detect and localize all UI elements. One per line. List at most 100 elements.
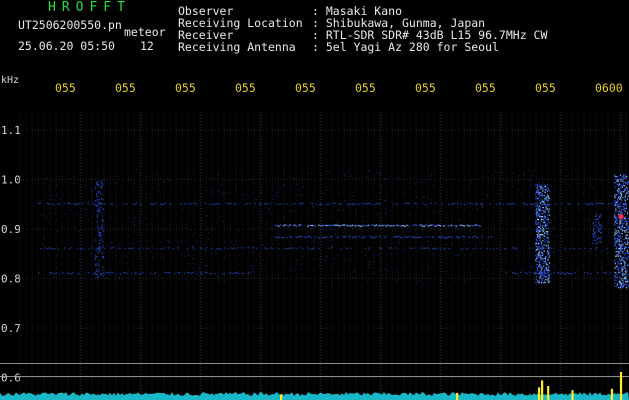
meteor-echo-point: [546, 196, 548, 198]
noise-speckle: [54, 212, 56, 214]
noise-speckle: [610, 235, 612, 237]
noise-speckle: [348, 261, 350, 263]
signal-trace-point: [251, 247, 253, 249]
noise-speckle: [275, 177, 277, 179]
signal-trace-point: [103, 203, 106, 205]
meteor-echo-point: [540, 187, 542, 189]
noise-speckle: [570, 187, 572, 189]
meteor-echo-point: [97, 214, 99, 216]
meteor-echo-point: [624, 210, 626, 212]
noise-speckle: [352, 255, 354, 257]
meteor-echo-point: [595, 242, 597, 244]
signal-trace-point: [314, 225, 317, 227]
noise-speckle: [531, 266, 533, 268]
signal-trace-point: [139, 248, 141, 250]
noise-speckle: [100, 174, 102, 176]
noise-speckle: [376, 199, 378, 201]
meteor-echo-point: [99, 232, 101, 234]
meteor-echo-point: [97, 181, 99, 183]
meteor-echo-point: [547, 267, 549, 269]
meteor-echo-point: [623, 176, 625, 178]
meteor-echo-point: [615, 182, 617, 184]
noise-speckle: [610, 187, 612, 189]
meteor-echo-point: [622, 243, 624, 245]
meteor-echo-point: [599, 229, 601, 231]
noise-speckle: [63, 262, 65, 264]
signal-trace-point: [402, 225, 405, 227]
meteor-echo-point: [546, 184, 549, 186]
noise-speckle: [501, 268, 502, 270]
signal-trace-point: [57, 248, 59, 250]
noise-speckle: [444, 271, 446, 273]
meteor-echo-point: [547, 219, 549, 221]
noise-speckle: [459, 219, 461, 221]
meteor-echo-point: [617, 225, 619, 227]
meteor-echo-point: [98, 199, 101, 201]
noise-speckle: [312, 258, 314, 260]
meteor-echo-point: [619, 236, 621, 238]
detection-type: meteor: [124, 25, 166, 39]
noise-speckle: [554, 243, 556, 245]
noise-speckle: [318, 228, 320, 230]
noise-speckle: [153, 173, 155, 175]
meteor-echo-point: [624, 246, 626, 248]
noise-speckle: [437, 191, 439, 193]
meteor-echo-point: [539, 199, 541, 201]
noise-speckle: [534, 277, 535, 279]
signal-trace-point: [415, 203, 418, 205]
noise-speckle: [522, 231, 524, 233]
signal-trace-point: [76, 203, 78, 205]
meteor-echo-point: [98, 185, 100, 187]
meteor-echo-point: [536, 231, 539, 233]
meteor-echo-point: [598, 230, 600, 232]
signal-trace-point: [286, 224, 288, 226]
meteor-echo-point: [619, 251, 621, 253]
noise-speckle: [585, 240, 587, 242]
meteor-echo-point: [538, 262, 541, 264]
signal-trace-point: [70, 247, 72, 249]
signal-trace-point: [339, 203, 341, 205]
meteor-echo-point: [541, 187, 543, 189]
y-axis-label: kHz: [1, 75, 19, 86]
noise-speckle: [403, 268, 405, 270]
noise-speckle: [550, 215, 552, 217]
noise-speckle: [310, 250, 312, 252]
signal-trace-point: [321, 204, 323, 206]
noise-speckle: [598, 256, 600, 258]
noise-speckle: [494, 170, 496, 172]
noise-speckle: [604, 207, 606, 208]
noise-speckle: [427, 263, 429, 265]
noise-speckle: [414, 182, 416, 184]
meteor-echo-point: [620, 221, 622, 223]
meteor-echo-point: [615, 285, 618, 287]
noise-speckle: [415, 229, 417, 231]
noise-speckle: [503, 274, 505, 276]
noise-speckle: [361, 193, 363, 195]
noise-speckle: [222, 199, 224, 201]
signal-trace-point: [177, 271, 179, 274]
noise-speckle: [561, 176, 563, 178]
noise-speckle: [501, 201, 503, 203]
signal-trace-point: [406, 224, 408, 226]
signal-trace-point: [388, 225, 390, 227]
meteor-echo-point: [540, 235, 542, 237]
meteor-echo-point: [543, 232, 546, 234]
noise-speckle: [601, 254, 603, 256]
meteor-echo-point: [548, 255, 550, 257]
meteor-echo-point: [535, 241, 537, 243]
noise-speckle: [325, 259, 326, 261]
noise-speckle: [469, 189, 471, 191]
meteor-echo-point: [545, 205, 547, 207]
meteor-echo-point: [98, 250, 101, 252]
signal-trace-point: [369, 202, 371, 204]
signal-trace-point: [322, 237, 325, 239]
meteor-echo-point: [620, 263, 622, 265]
signal-trace-point: [510, 203, 512, 205]
meteor-echo-point: [99, 247, 101, 249]
noise-speckle: [491, 174, 493, 176]
noise-speckle: [173, 173, 175, 175]
noise-speckle: [276, 233, 278, 234]
noise-speckle: [325, 211, 327, 213]
noise-speckle: [108, 266, 110, 268]
noise-speckle: [505, 259, 507, 261]
